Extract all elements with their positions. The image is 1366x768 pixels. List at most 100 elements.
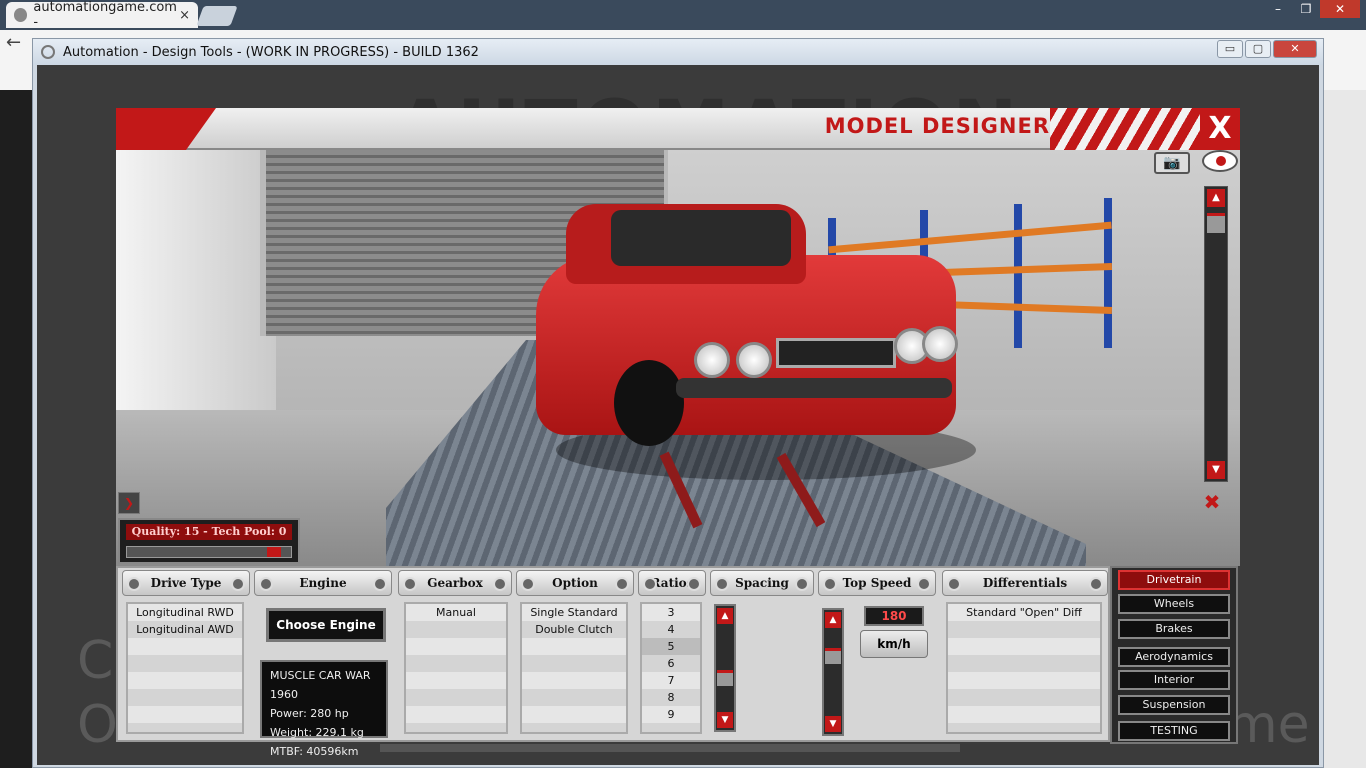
app-window-controls: ▭ ▢ ✕ (1217, 40, 1317, 58)
model-designer-close-button[interactable]: X (1200, 108, 1240, 150)
app-title: Automation - Design Tools - (WORK IN PRO… (63, 44, 479, 60)
quality-slider[interactable] (126, 546, 292, 558)
hide-camera-icon[interactable]: ✖ (1196, 490, 1228, 514)
page-left-background (0, 90, 34, 768)
car-headlight (694, 342, 730, 378)
header-drive-type: Drive Type (122, 570, 250, 596)
header-option: Option (516, 570, 634, 596)
browser-tab-title: automationgame.com - (33, 0, 177, 30)
new-tab-button[interactable] (196, 6, 238, 26)
ratio-option-selected[interactable]: 5 (642, 638, 700, 655)
menu-drivetrain[interactable]: Drivetrain (1118, 570, 1230, 590)
app-minimize-button[interactable]: ▭ (1217, 40, 1243, 58)
car-3d-viewport[interactable] (116, 150, 1240, 566)
car-bumper (676, 378, 952, 398)
scroll-up-icon[interactable]: ▲ (1207, 189, 1225, 207)
differential-option[interactable]: Standard "Open" Diff (948, 604, 1100, 621)
spacing-thumb[interactable] (717, 670, 733, 686)
spacing-down-icon[interactable]: ▼ (717, 712, 733, 728)
spacing-up-icon[interactable]: ▲ (717, 608, 733, 624)
top-speed-slider[interactable]: ▲ ▼ (822, 608, 844, 736)
viewport-zoom-scrollbar[interactable]: ▲ ▼ (1204, 186, 1228, 482)
background-word: O (77, 695, 118, 755)
browser-maximize-button[interactable]: ❐ (1292, 0, 1320, 18)
ratio-option[interactable]: 3 (642, 604, 700, 621)
car-grille (776, 338, 896, 368)
quality-tech-pool-label: Quality: 15 - Tech Pool: 0 (126, 524, 292, 540)
differentials-list: Standard "Open" Diff (946, 602, 1102, 734)
menu-wheels[interactable]: Wheels (1118, 594, 1230, 614)
engine-info-box: MUSCLE CAR WAR 1960 Power: 280 hp Weight… (260, 660, 388, 758)
menu-testing[interactable]: TESTING (1118, 721, 1230, 741)
app-icon (41, 45, 55, 59)
engine-power: Power: 280 hp (270, 707, 349, 720)
gearbox-option[interactable]: Manual (406, 604, 506, 621)
menu-brakes[interactable]: Brakes (1118, 619, 1230, 639)
ratio-option[interactable]: 8 (642, 689, 700, 706)
header-gearbox: Gearbox (398, 570, 512, 596)
drive-type-list: Longitudinal RWD Longitudinal AWD (126, 602, 244, 734)
browser-tab-bar: automationgame.com - × – ❐ ✕ (0, 0, 1366, 30)
top-speed-value: 180 (864, 606, 924, 626)
garage-wall (116, 150, 276, 450)
expand-arrow-button[interactable]: ❯ (118, 492, 140, 514)
speed-unit-button[interactable]: km/h (860, 630, 928, 658)
car-wheel (614, 360, 684, 446)
background-word: me (1227, 695, 1310, 755)
ratio-option[interactable]: 4 (642, 621, 700, 638)
eye-icon[interactable] (1202, 150, 1238, 172)
design-category-menu: Drivetrain Wheels Brakes Aerodynamics In… (1110, 566, 1238, 744)
engine-name: MUSCLE CAR WAR 1960 (270, 669, 371, 701)
car-headlight (736, 342, 772, 378)
top-speed-down-icon[interactable]: ▼ (825, 716, 841, 732)
background-word: C (77, 631, 114, 691)
ratio-option[interactable]: 7 (642, 672, 700, 689)
browser-minimize-button[interactable]: – (1264, 0, 1292, 18)
bottom-strip (380, 744, 960, 752)
model-designer-header: MODEL DESIGNER X (116, 108, 1240, 150)
browser-tab[interactable]: automationgame.com - × (6, 0, 198, 30)
browser-close-button[interactable]: ✕ (1320, 0, 1360, 18)
menu-aerodynamics[interactable]: Aerodynamics (1118, 647, 1230, 667)
back-arrow-icon[interactable]: ← (6, 32, 21, 53)
car-windshield (611, 210, 791, 266)
header-differentials: Differentials (942, 570, 1108, 596)
top-speed-thumb[interactable] (825, 648, 841, 664)
scroll-thumb[interactable] (1207, 213, 1225, 233)
option-item[interactable]: Double Clutch (522, 621, 626, 638)
gearbox-list: Manual (404, 602, 508, 734)
ratio-option[interactable]: 9 (642, 706, 700, 723)
model-designer-title: MODEL DESIGNER (824, 114, 1050, 138)
header-stripes (1050, 108, 1200, 150)
menu-suspension[interactable]: Suspension (1118, 695, 1230, 715)
site-favicon-icon (14, 8, 28, 22)
engine-weight: Weight: 229.1 kg (270, 726, 364, 739)
page-right-background (1324, 90, 1366, 768)
drivetrain-panel: Drive Type Longitudinal RWD Longitudinal… (116, 566, 1110, 758)
option-item[interactable]: Single Standard (522, 604, 626, 621)
drive-type-option[interactable]: Longitudinal AWD (128, 621, 242, 638)
car-headlight (922, 326, 958, 362)
spacing-slider[interactable]: ▲ ▼ (714, 604, 736, 732)
menu-interior[interactable]: Interior (1118, 670, 1230, 690)
browser-window-controls: – ❐ ✕ (1264, 0, 1360, 18)
ratio-option[interactable]: 6 (642, 655, 700, 672)
app-titlebar: Automation - Design Tools - (WORK IN PRO… (33, 39, 1323, 65)
header-top-speed: Top Speed (818, 570, 936, 596)
scroll-down-icon[interactable]: ▼ (1207, 461, 1225, 479)
top-speed-up-icon[interactable]: ▲ (825, 612, 841, 628)
tab-close-icon[interactable]: × (179, 8, 190, 23)
header-engine: Engine (254, 570, 392, 596)
header-ratios: Ratios (638, 570, 706, 596)
app-maximize-button[interactable]: ▢ (1245, 40, 1271, 58)
header-spacing: Spacing (710, 570, 814, 596)
choose-engine-button[interactable]: Choose Engine (266, 608, 386, 642)
quality-box: Quality: 15 - Tech Pool: 0 (118, 518, 300, 564)
ratios-list: 3 4 5 6 7 8 9 (640, 602, 702, 734)
camera-icon[interactable]: 📷 (1154, 152, 1190, 174)
engine-mtbf: MTBF: 40596km (270, 745, 359, 758)
header-red-accent (116, 108, 216, 150)
drive-type-option[interactable]: Longitudinal RWD (128, 604, 242, 621)
app-close-button[interactable]: ✕ (1273, 40, 1317, 58)
option-list: Single Standard Double Clutch (520, 602, 628, 734)
